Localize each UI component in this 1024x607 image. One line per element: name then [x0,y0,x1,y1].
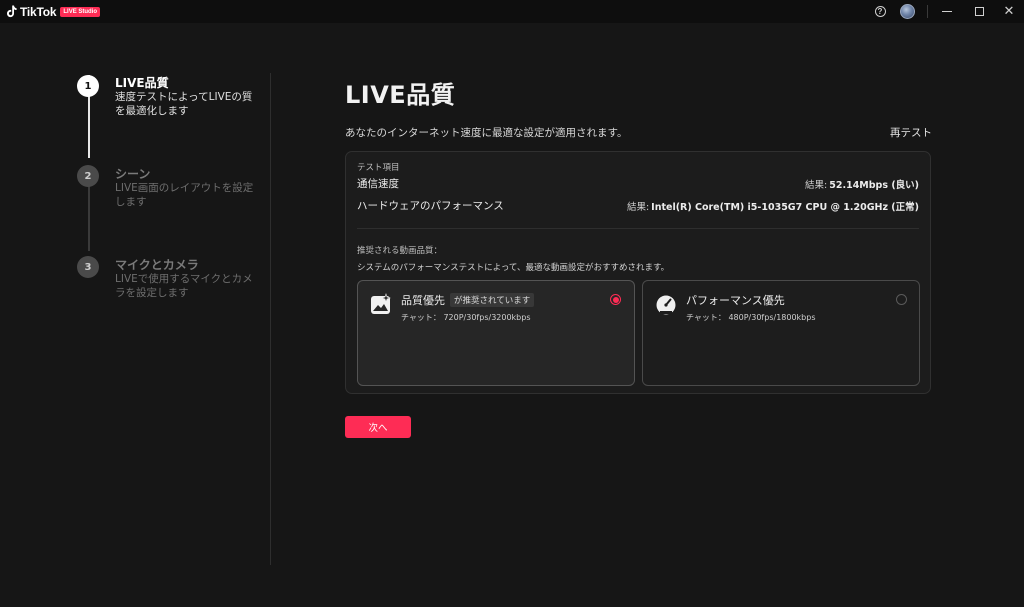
option-performance-detail: チャット： 480P/30fps/1800kbps [686,313,816,322]
live-studio-badge: LIVE Studio [60,6,101,17]
step-3-description: LIVEで使用するマイクとカメラを設定します [115,273,253,299]
option-performance-priority[interactable]: パフォーマンス優先 チャット： 480P/30fps/1800kbps [642,280,920,386]
help-icon: ? [874,6,886,17]
speedometer-icon [655,293,677,315]
app-logo: TikTok LIVE Studio [7,4,101,19]
option-performance-title: パフォーマンス優先 [686,294,785,307]
profile-avatar-button[interactable] [898,0,916,23]
step-3-number: 3 [77,256,99,278]
titlebar-divider [927,5,928,18]
option-quality-detail: チャット： 720P/30fps/3200kbps [401,313,531,322]
close-button[interactable]: ✕ [1000,0,1018,23]
recommended-quality-label: 推奨される動画品質： [357,246,443,256]
maximize-icon [974,7,984,16]
test-items-label: テスト項目 [357,163,400,173]
option-quality-title: 品質優先 が推奨されています [401,292,535,308]
next-button[interactable]: 次へ [345,416,411,438]
step-2-title: シーン [115,167,151,181]
hardware-performance-result: 結果: Intel(R) Core(TM) i5-1035G7 CPU @ 1.2… [626,202,919,213]
app-name: TikTok [20,4,57,19]
hardware-performance-label: ハードウェアのパフォーマンス [357,200,504,212]
option-quality-radio[interactable] [610,294,621,305]
retest-button[interactable]: 再テスト [890,125,932,140]
title-bar: TikTok LIVE Studio ? ✕ [0,0,1024,23]
step-1-description: 速度テストによってLIVEの質を最適化します [115,91,253,117]
maximize-button[interactable] [970,0,988,23]
option-quality-priority[interactable]: 品質優先 が推奨されています チャット： 720P/30fps/3200kbps [357,280,635,386]
option-performance-radio[interactable] [896,294,907,305]
minimize-icon [942,11,952,12]
step-2-number: 2 [77,165,99,187]
step-2-description: LIVE画面のレイアウトを設定します [115,182,254,208]
recommended-quality-description: システムのパフォーマンステストによって、最適な動画設定がおすすめされます。 [357,263,670,273]
hardware-performance-value: Intel(R) Core(TM) i5-1035G7 CPU @ 1.20GH… [651,202,919,213]
avatar [899,4,915,19]
network-speed-result: 結果: 52.14Mbps (良い) [805,180,919,191]
network-speed-label: 通信速度 [357,178,399,190]
image-sparkle-icon [370,293,392,315]
tiktok-note-icon [7,5,17,18]
step-1-title: LIVE品質 [115,76,169,90]
page-title: LIVE品質 [345,81,456,109]
network-speed-value: 52.14Mbps (良い) [829,180,919,191]
sidebar-divider [270,73,271,565]
recommended-badge: が推奨されています [450,293,535,307]
page-subtitle: あなたのインターネット速度に最適な設定が適用されます。 [345,127,628,139]
panel-separator [357,228,919,229]
step-1-number: 1 [77,75,99,97]
quality-panel: テスト項目 通信速度 結果: 52.14Mbps (良い) ハードウェアのパフォー… [345,151,931,394]
step-3-title: マイクとカメラ [115,258,199,272]
help-button[interactable]: ? [872,0,888,23]
minimize-button[interactable] [938,0,956,23]
